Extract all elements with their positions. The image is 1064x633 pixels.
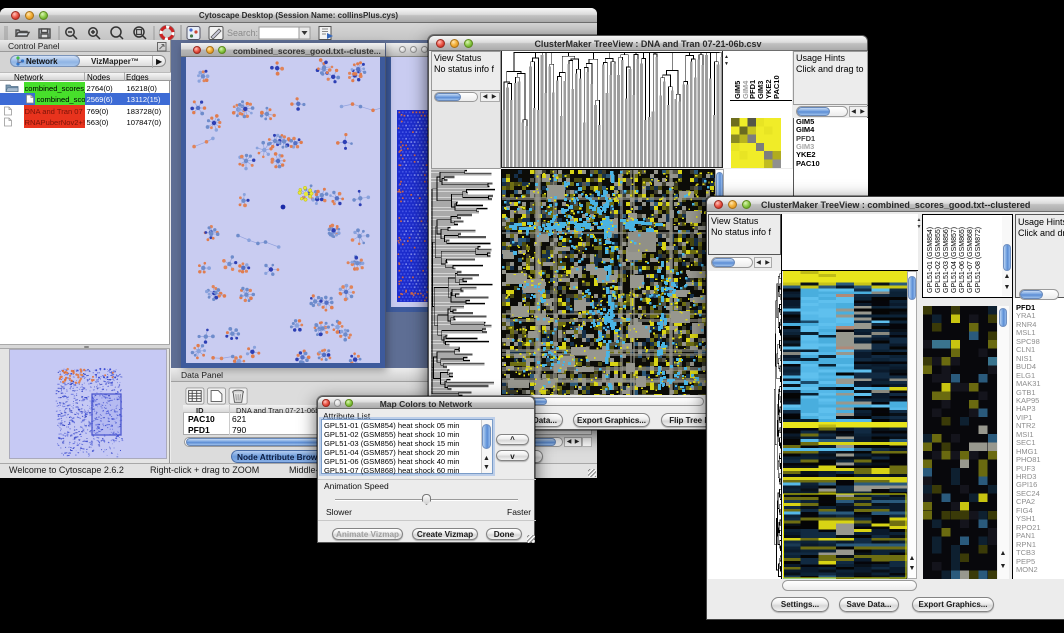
svg-text:Search:: Search: xyxy=(227,28,258,38)
